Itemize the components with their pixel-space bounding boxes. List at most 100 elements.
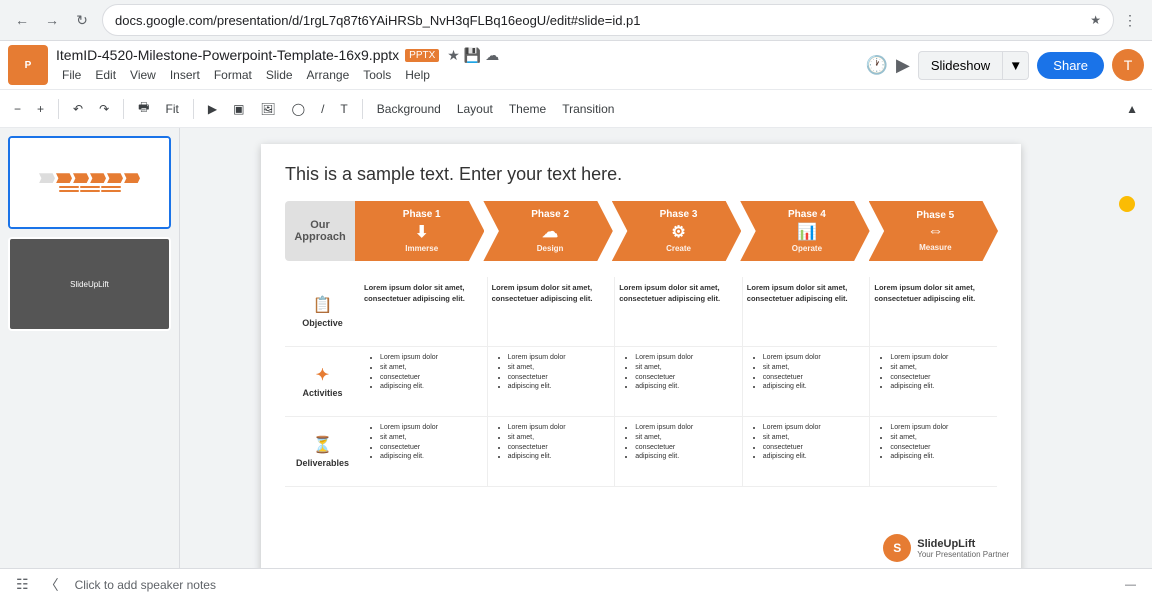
activities-row-data: Lorem ipsum dolorsit amet,consectetuerad…	[360, 347, 997, 417]
activities-row-header: ✦ Activities	[285, 347, 360, 417]
phase-1: Phase 1 ⬇ Immerse	[355, 201, 484, 261]
shape-btn[interactable]: ◯	[286, 98, 311, 120]
objective-label: Objective	[302, 318, 343, 328]
sul-tagline: Your Presentation Partner	[917, 550, 1009, 559]
obj-cell-5: Lorem ipsum dolor sit amet, consectetuer…	[870, 277, 997, 346]
line-btn[interactable]: /	[315, 98, 330, 120]
history-icon[interactable]: 🕐	[866, 55, 888, 76]
present-icon[interactable]: ▶	[896, 55, 910, 76]
docs-title-area: ItemID-4520-Milestone-Powerpoint-Templat…	[56, 47, 858, 84]
bottom-bar: ☷ 〈 Click to add speaker notes —	[0, 568, 1152, 600]
phase-2-sublabel: Design	[537, 244, 564, 253]
cursor-btn[interactable]: ▶	[202, 98, 223, 120]
sep1	[58, 99, 59, 119]
slide-content: This is a sample text. Enter your text h…	[261, 144, 1021, 568]
reload-button[interactable]: ↻	[68, 6, 96, 34]
menu-edit[interactable]: Edit	[89, 66, 122, 84]
menu-tools[interactable]: Tools	[357, 66, 397, 84]
approach-section: OurApproach Phase 1 ⬇ Immerse Phase 2 ☁ …	[285, 201, 997, 261]
obj-cell-4: Lorem ipsum dolor sit amet, consectetuer…	[743, 277, 871, 346]
undo-btn[interactable]: ↶	[67, 98, 89, 120]
obj-cell-1: Lorem ipsum dolor sit amet, consectetuer…	[360, 277, 488, 346]
redo-btn[interactable]: ↷	[93, 98, 115, 120]
deliverables-label: Deliverables	[296, 458, 349, 468]
image-btn[interactable]: 🖼	[254, 98, 281, 120]
slide-panel: 1	[0, 128, 180, 568]
menu-help[interactable]: Help	[399, 66, 436, 84]
zoom-out-btn[interactable]: −	[8, 98, 27, 120]
collapse-btn[interactable]: ▲	[1120, 98, 1144, 120]
transition-btn[interactable]: Transition	[556, 98, 620, 120]
text-btn[interactable]: T	[334, 98, 353, 120]
address-bar[interactable]: docs.google.com/presentation/d/1rgL7q87t…	[102, 4, 1114, 36]
format-toolbar: − + ↶ ↷ 🖶 Fit ▶ ▣ 🖼 ◯ / T Background Lay…	[0, 89, 1152, 128]
slide-2-label: SlideUpLift	[70, 280, 109, 289]
phase-3: Phase 3 ⚙ Create	[612, 201, 741, 261]
select-btn[interactable]: ▣	[227, 98, 250, 120]
phases-row: Phase 1 ⬇ Immerse Phase 2 ☁ Design Phase…	[355, 201, 997, 261]
act-cell-3: Lorem ipsum dolorsit amet,consectetuerad…	[615, 347, 743, 416]
activities-icon: ✦	[316, 365, 329, 385]
menu-view[interactable]: View	[124, 66, 162, 84]
menu-slide[interactable]: Slide	[260, 66, 299, 84]
menu-insert[interactable]: Insert	[164, 66, 206, 84]
docs-header: P ItemID-4520-Milestone-Powerpoint-Templ…	[0, 41, 1152, 89]
del-cell-1: Lorem ipsum dolorsit amet,consectetuerad…	[360, 417, 488, 486]
our-approach-box: OurApproach	[285, 201, 355, 261]
print-btn[interactable]: 🖶	[132, 94, 155, 123]
menu-file[interactable]: File	[56, 66, 87, 84]
speaker-notes-label[interactable]: Click to add speaker notes	[75, 578, 216, 592]
avatar[interactable]: T	[1112, 49, 1144, 81]
menu-bar: File Edit View Insert Format Slide Arran…	[56, 66, 858, 84]
slide-title: This is a sample text. Enter your text h…	[285, 164, 997, 185]
phase-4-sublabel: Operate	[792, 244, 822, 253]
del-cell-5: Lorem ipsum dolorsit amet,consectetuerad…	[870, 417, 997, 486]
our-approach-label: OurApproach	[294, 219, 345, 243]
phase-5-label: Phase 5	[916, 210, 954, 221]
sul-logo-icon: S	[883, 534, 911, 562]
zoom-fit-btn[interactable]: Fit	[159, 98, 184, 120]
filename: ItemID-4520-Milestone-Powerpoint-Templat…	[56, 47, 399, 63]
slideshow-control: Slideshow ▼	[918, 51, 1029, 80]
yellow-dot[interactable]	[1119, 196, 1135, 212]
phase-2-label: Phase 2	[531, 209, 569, 220]
forward-button[interactable]: →	[38, 6, 66, 34]
phase-1-icon: ⬇	[415, 222, 428, 242]
theme-btn[interactable]: Theme	[503, 98, 552, 120]
act-cell-4: Lorem ipsum dolorsit amet,consectetuerad…	[743, 347, 871, 416]
right-sidebar	[1102, 128, 1152, 568]
phase-4: Phase 4 📊 Operate	[740, 201, 869, 261]
obj-cell-2: Lorem ipsum dolor sit amet, consectetuer…	[488, 277, 616, 346]
file-icon: P	[8, 45, 48, 85]
grid-icon[interactable]: ☷	[16, 576, 29, 593]
back-button[interactable]: ←	[8, 6, 36, 34]
panel-toggle[interactable]: 〈	[45, 575, 59, 595]
share-button[interactable]: Share	[1037, 52, 1104, 79]
slide-canvas-area[interactable]: This is a sample text. Enter your text h…	[180, 128, 1102, 568]
slideshow-button[interactable]: Slideshow	[918, 51, 1003, 80]
menu-format[interactable]: Format	[208, 66, 258, 84]
row-labels: 📋 Objective ✦ Activities ⏳ Deliverables	[285, 277, 360, 487]
objective-row-data: Lorem ipsum dolor sit amet, consectetuer…	[360, 277, 997, 347]
phase-2: Phase 2 ☁ Design	[483, 201, 612, 261]
layout-btn[interactable]: Layout	[451, 98, 499, 120]
deliverables-row-header: ⏳ Deliverables	[285, 417, 360, 487]
activities-label: Activities	[302, 388, 342, 398]
slideshow-dropdown[interactable]: ▼	[1003, 51, 1029, 80]
slide-2-container: 2 SlideUpLift	[8, 237, 171, 330]
zoom-in-btn[interactable]: +	[31, 98, 50, 120]
more-button[interactable]: ⋮	[1116, 6, 1144, 34]
objective-row-header: 📋 Objective	[285, 277, 360, 347]
act-cell-2: Lorem ipsum dolorsit amet,consectetuerad…	[488, 347, 616, 416]
slide-2-thumbnail[interactable]: SlideUpLift	[8, 237, 171, 330]
docs-right-actions: 🕐 ▶ Slideshow ▼ Share T	[866, 49, 1144, 81]
slide-1-thumbnail[interactable]	[8, 136, 171, 229]
act-cell-1: Lorem ipsum dolorsit amet,consectetuerad…	[360, 347, 488, 416]
sul-name: SlideUpLift	[917, 538, 1009, 550]
phase-5-sublabel: Measure	[919, 243, 951, 252]
phase-1-label: Phase 1	[403, 209, 441, 220]
deliverables-icon: ⏳	[313, 435, 333, 455]
url-text: docs.google.com/presentation/d/1rgL7q87t…	[115, 13, 1082, 28]
menu-arrange[interactable]: Arrange	[301, 66, 356, 84]
background-btn[interactable]: Background	[371, 98, 447, 120]
